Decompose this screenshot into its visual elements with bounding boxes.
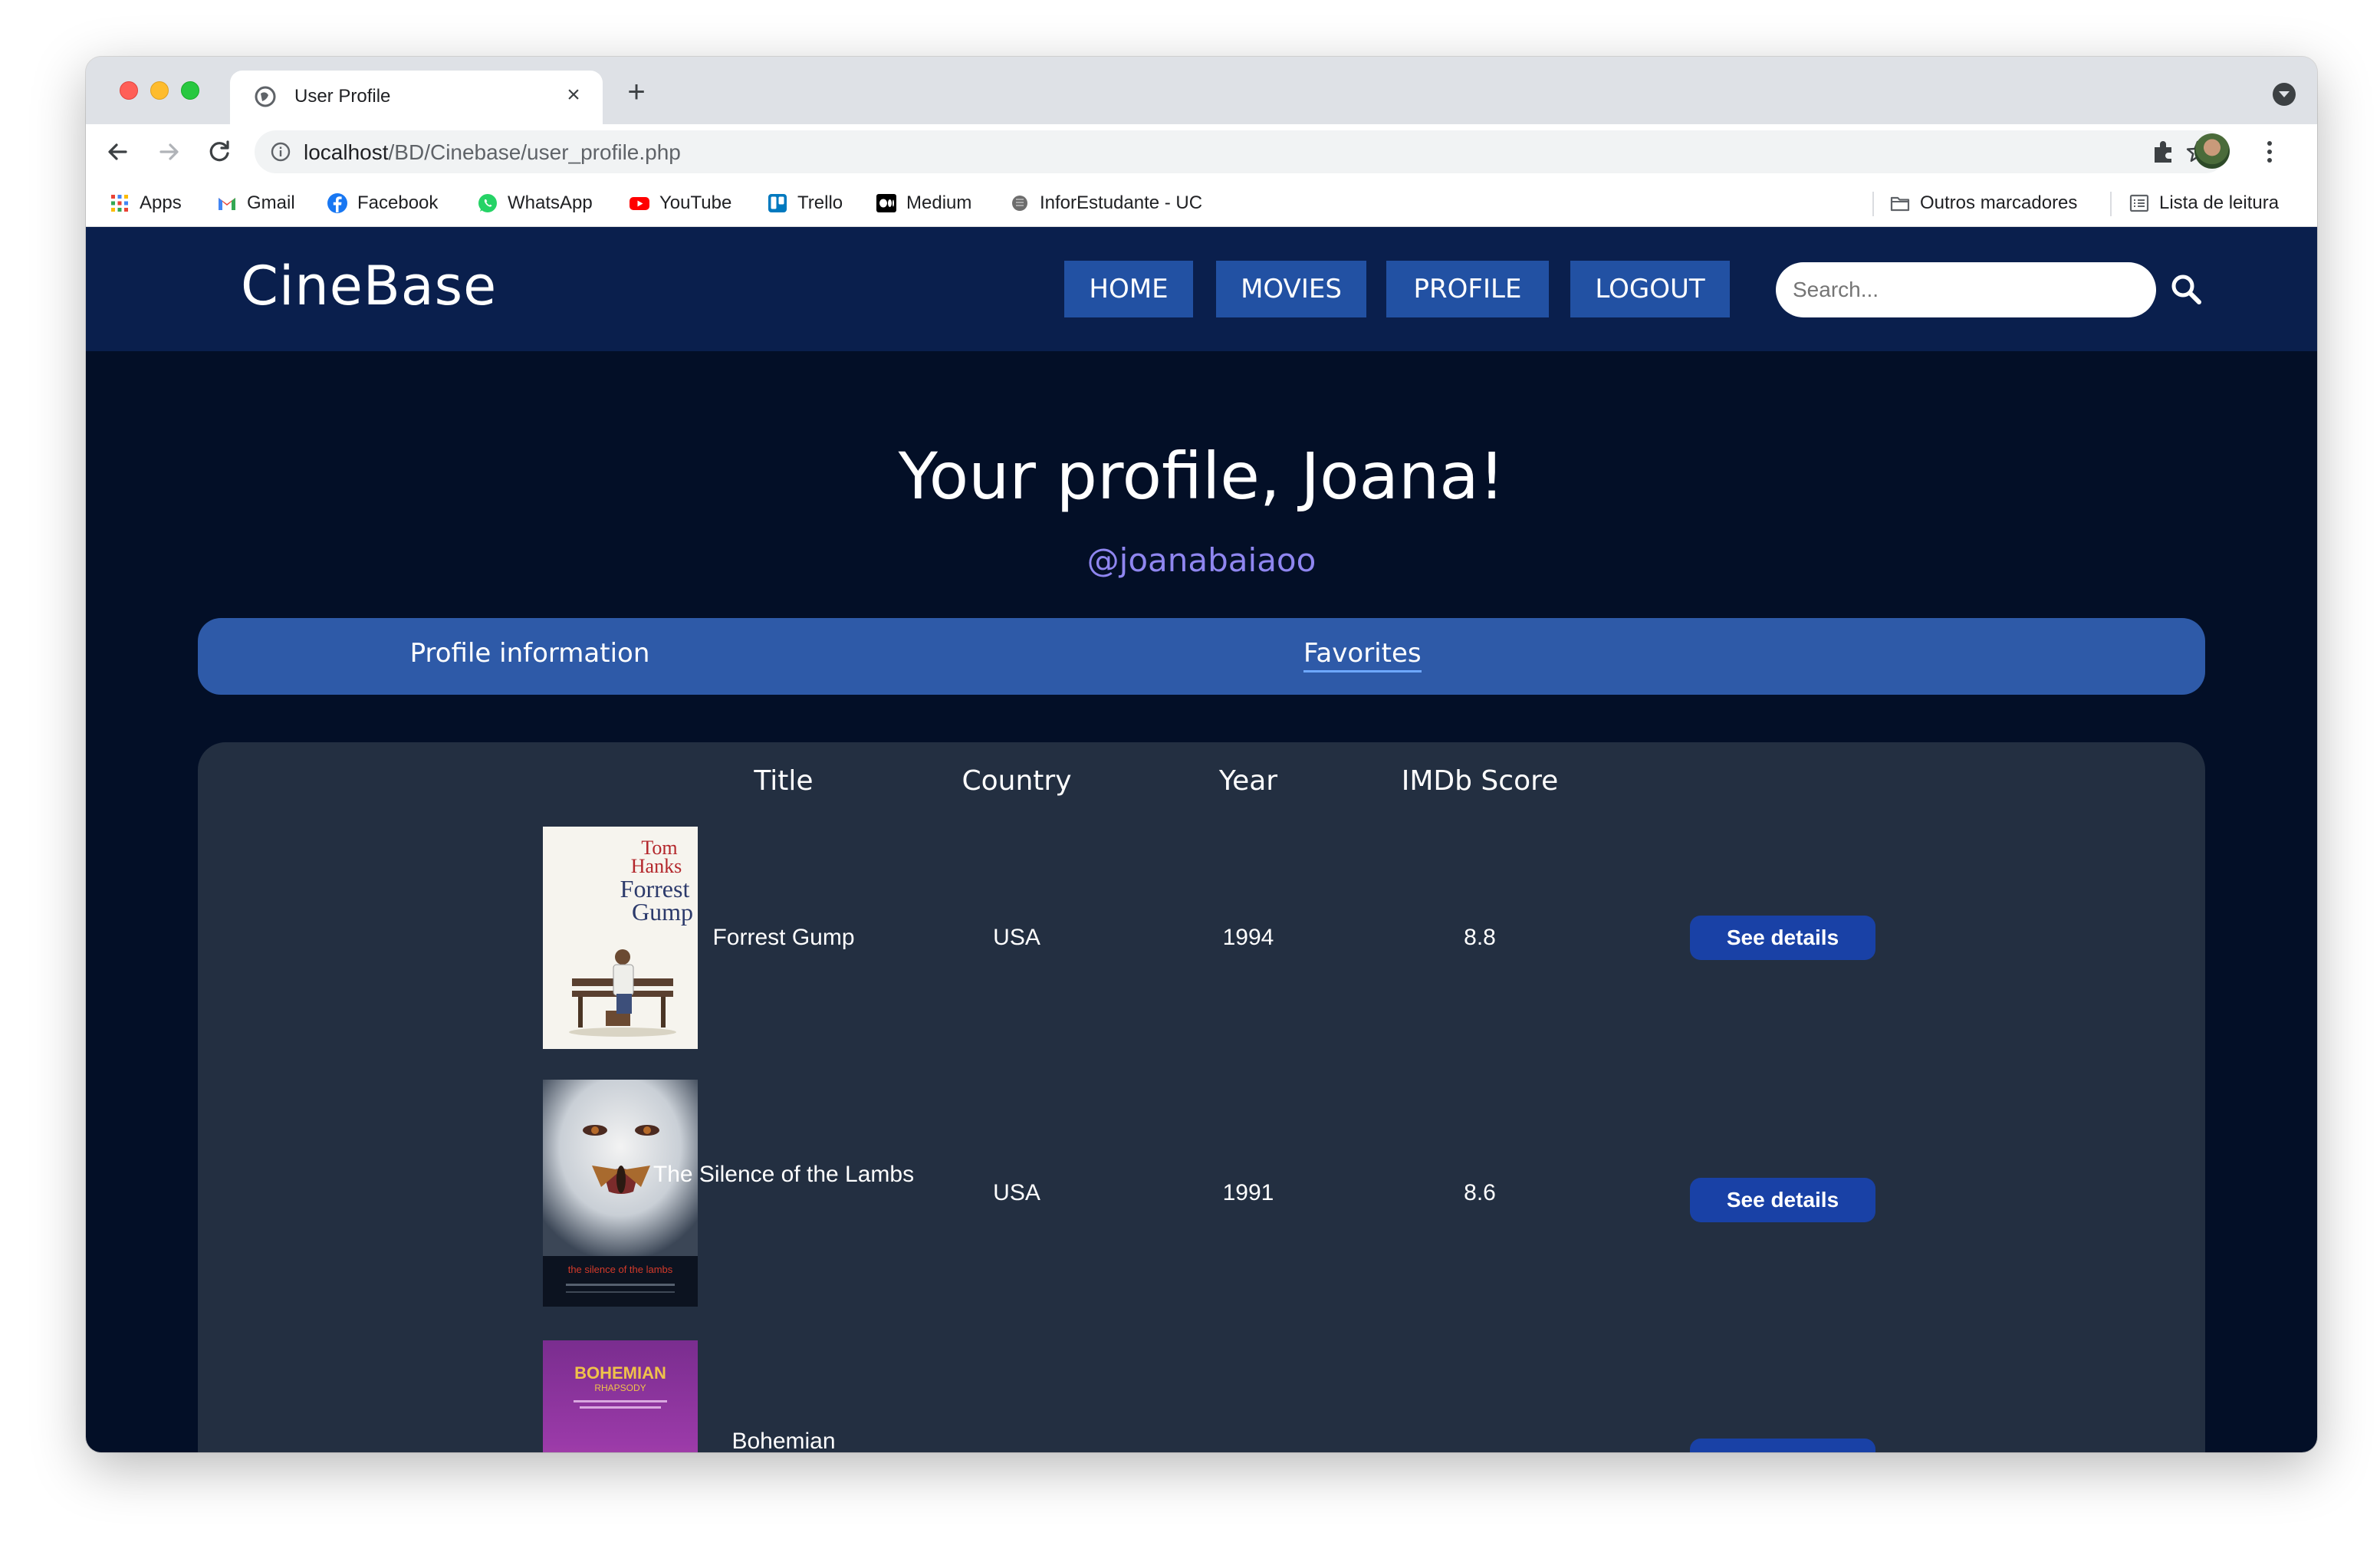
- profile-username: @joanabaiaoo: [1086, 541, 1317, 579]
- movie-year: 1991: [1222, 1180, 1274, 1205]
- tab-search-icon[interactable]: [2273, 83, 2296, 106]
- bookmark-label: Gmail: [247, 192, 295, 213]
- web-page: CineBase HOME MOVIES PROFILE LOGOUT Your…: [86, 227, 2317, 1452]
- site-logo[interactable]: CineBase: [241, 255, 497, 317]
- movie-imdb-score: 8.6: [1464, 1180, 1496, 1205]
- see-details-button[interactable]: See details: [1690, 1178, 1875, 1222]
- reading-list-button[interactable]: Lista de leitura: [2129, 190, 2279, 216]
- medium-icon: [876, 194, 896, 212]
- bookmark-trello[interactable]: Trello: [767, 190, 843, 216]
- bookmark-label: Trello: [797, 192, 843, 213]
- url-host: localhost: [304, 140, 389, 164]
- trello-icon: [768, 194, 787, 212]
- close-window-button[interactable]: [120, 81, 138, 100]
- tab-favorites-label: Favorites: [1303, 638, 1422, 672]
- bookmark-inforestudante[interactable]: InforEstudante - UC: [1009, 190, 1202, 216]
- profile-avatar[interactable]: [2194, 133, 2230, 169]
- movie-country: USA: [993, 925, 1040, 950]
- bookmark-label: Apps: [140, 192, 182, 213]
- bookmark-label: YouTube: [659, 192, 732, 213]
- forward-arrow-icon[interactable]: [152, 135, 186, 169]
- search-icon[interactable]: [2168, 271, 2204, 307]
- bookmarks-divider: [1872, 192, 1874, 216]
- see-details-button[interactable]: See details: [1690, 916, 1875, 960]
- poster-text: RHAPSODY: [594, 1383, 646, 1393]
- tab-title: User Profile: [294, 86, 391, 107]
- more-vertical-icon[interactable]: [2262, 136, 2277, 167]
- table-row: BOHEMIAN RHAPSODY Bohemian See details: [198, 1340, 2205, 1452]
- table-row: the silence of the lambs The Silence of …: [198, 1080, 2205, 1307]
- folder-icon: [1890, 196, 1910, 212]
- minimize-window-button[interactable]: [150, 81, 169, 100]
- browser-toolbar: localhost/BD/Cinebase/user_profile.php: [86, 124, 2317, 179]
- gmail-icon: [219, 198, 235, 210]
- movie-title: The Silence of the Lambs: [653, 1162, 915, 1187]
- youtube-icon: [630, 197, 649, 210]
- globe-favicon-icon: [255, 86, 276, 107]
- new-tab-button[interactable]: +: [620, 75, 653, 109]
- browser-tab-user-profile[interactable]: User Profile ×: [230, 71, 603, 124]
- reading-list-label: Lista de leitura: [2159, 192, 2280, 213]
- column-header-title: Title: [754, 765, 814, 797]
- movie-year: 1994: [1222, 925, 1274, 950]
- movie-title: Forrest Gump: [712, 925, 855, 950]
- movie-imdb-score: 8.8: [1464, 925, 1496, 950]
- uc-icon: [1012, 196, 1027, 211]
- facebook-icon: [327, 193, 347, 213]
- bookmark-facebook[interactable]: Facebook: [327, 190, 438, 216]
- url-text: localhost/BD/Cinebase/user_profile.php: [304, 140, 681, 165]
- movie-country: USA: [993, 1180, 1040, 1205]
- poster-text: the silence of the lambs: [568, 1264, 673, 1275]
- whatsapp-icon: [478, 194, 497, 212]
- bookmark-gmail[interactable]: Gmail: [216, 190, 295, 216]
- column-header-year: Year: [1218, 765, 1278, 797]
- url-path: /BD/Cinebase/user_profile.php: [388, 140, 681, 164]
- reading-list-icon: [2129, 194, 2149, 212]
- other-bookmarks-folder[interactable]: Outros marcadores: [1889, 190, 2077, 216]
- bookmark-apps[interactable]: Apps: [109, 190, 182, 216]
- site-header: CineBase HOME MOVIES PROFILE LOGOUT: [86, 227, 2317, 351]
- nav-home-button[interactable]: HOME: [1064, 261, 1193, 317]
- site-info-icon[interactable]: [270, 141, 291, 163]
- bookmark-youtube[interactable]: YouTube: [629, 190, 731, 216]
- other-bookmarks-label: Outros marcadores: [1920, 192, 2078, 213]
- back-arrow-icon[interactable]: [101, 135, 135, 169]
- bookmarks-divider: [2110, 192, 2112, 216]
- bookmark-label: WhatsApp: [508, 192, 593, 213]
- see-details-button[interactable]: See details: [1690, 1439, 1875, 1452]
- browser-window: User Profile × + localhost/BD/Cinebase/u…: [86, 57, 2317, 1452]
- site-search-input[interactable]: [1776, 262, 2156, 317]
- movie-title: Bohemian: [731, 1429, 836, 1452]
- maximize-window-button[interactable]: [181, 81, 199, 100]
- favorites-panel: Title Country Year IMDb Score Tom Hanks …: [198, 742, 2205, 1452]
- bookmark-label: InforEstudante - UC: [1040, 192, 1203, 213]
- column-header-country: Country: [962, 765, 1072, 797]
- address-bar[interactable]: localhost/BD/Cinebase/user_profile.php: [255, 130, 2227, 173]
- tab-close-icon[interactable]: ×: [560, 81, 587, 109]
- bookmarks-bar: Apps Gmail Facebook WhatsApp YouTube Tre…: [86, 179, 2317, 227]
- extensions-puzzle-icon[interactable]: [2148, 136, 2179, 167]
- poster-text: BOHEMIAN: [574, 1363, 666, 1383]
- poster-text: Hanks: [631, 855, 682, 877]
- tab-profile-information[interactable]: Profile information: [198, 638, 862, 669]
- nav-movies-button[interactable]: MOVIES: [1216, 261, 1366, 317]
- profile-tabs-bar: Profile information Favorites: [198, 618, 2205, 695]
- reload-icon[interactable]: [202, 135, 236, 169]
- bookmark-label: Facebook: [357, 192, 439, 213]
- column-header-imdb-score: IMDb Score: [1401, 765, 1559, 797]
- movie-poster[interactable]: the silence of the lambs: [543, 1080, 698, 1307]
- bookmark-whatsapp[interactable]: WhatsApp: [477, 190, 593, 216]
- apps-grid-icon: [111, 195, 128, 212]
- table-row: Tom Hanks Forrest Gump Forrest Gump USA: [198, 827, 2205, 1049]
- nav-profile-button[interactable]: PROFILE: [1386, 261, 1549, 317]
- profile-heading: Your profile, Joana!: [898, 439, 1505, 514]
- tab-strip: User Profile × +: [86, 57, 2317, 124]
- nav-logout-button[interactable]: LOGOUT: [1570, 261, 1730, 317]
- bookmark-medium[interactable]: Medium: [876, 190, 971, 216]
- bookmark-label: Medium: [906, 192, 972, 213]
